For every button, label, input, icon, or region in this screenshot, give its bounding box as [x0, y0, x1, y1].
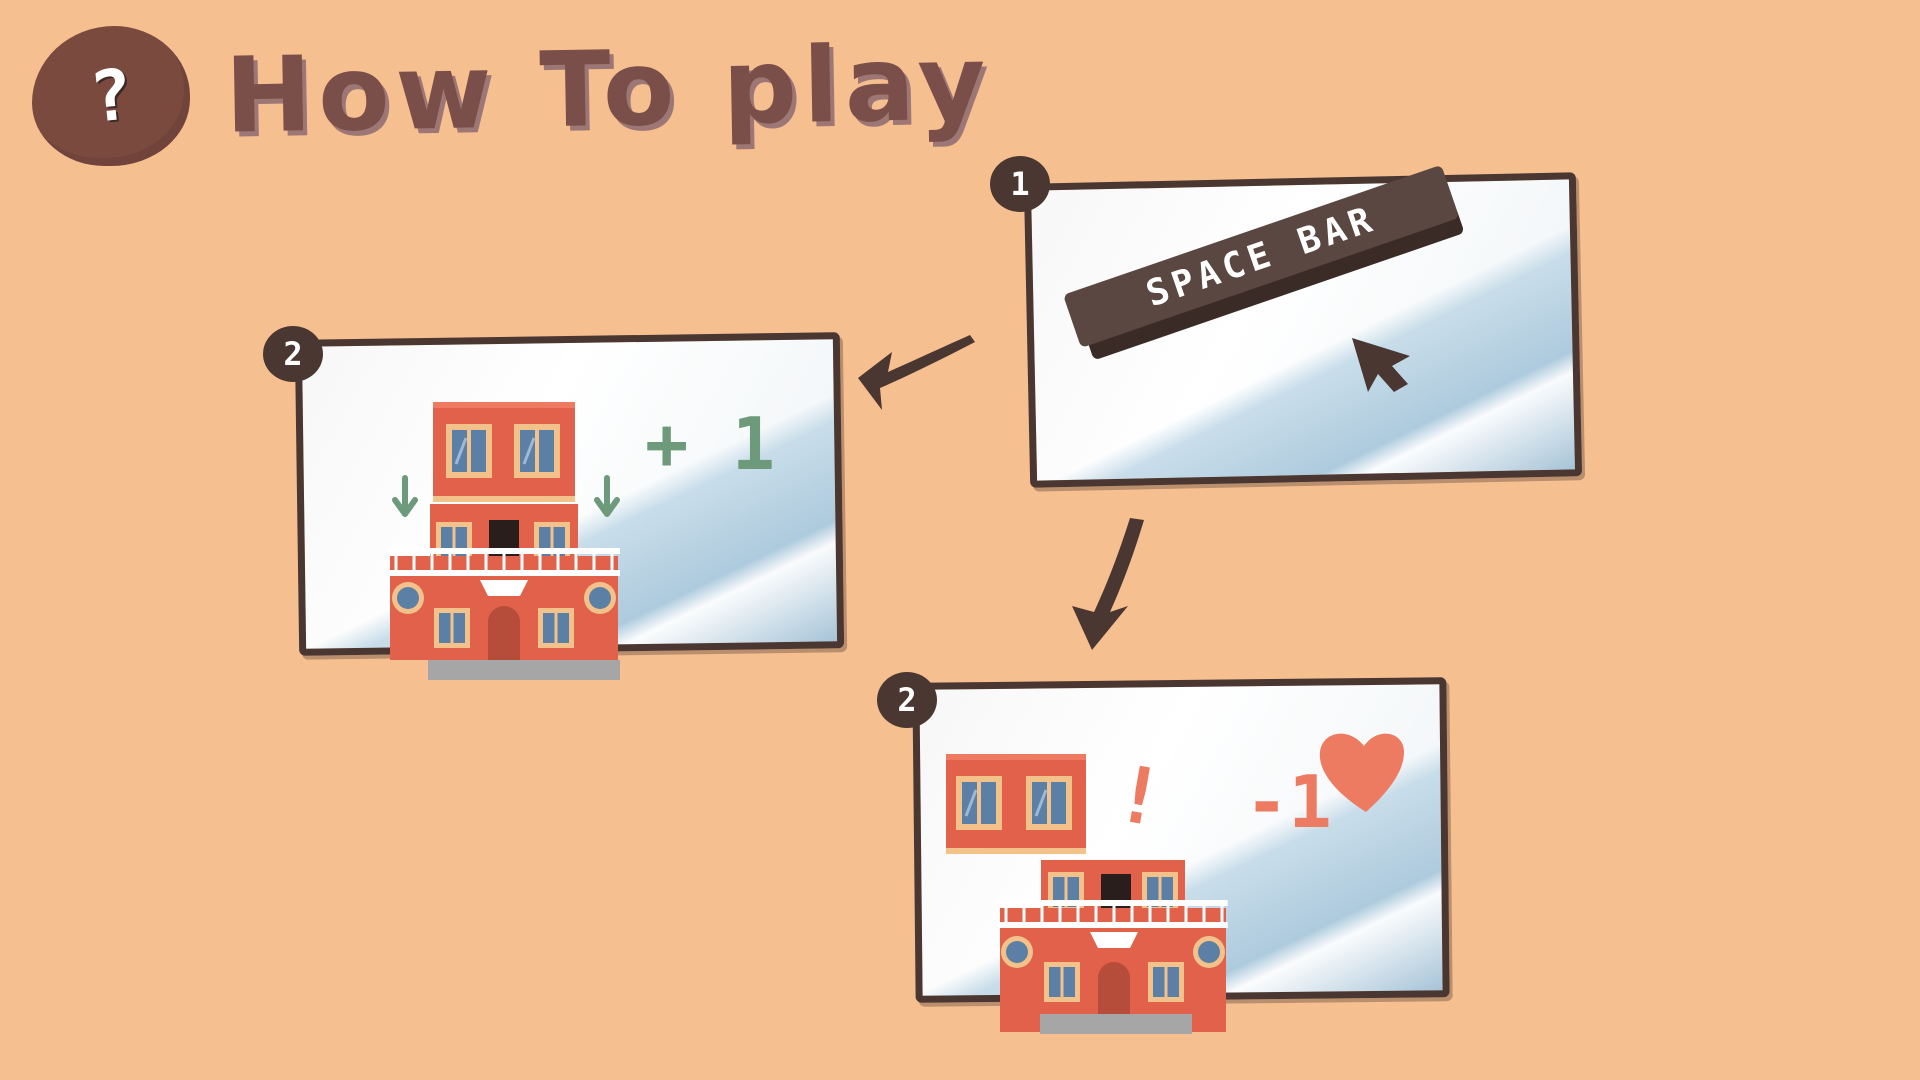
- cursor-arrow-icon: [1352, 338, 1410, 392]
- curved-arrow-icon-down: [1072, 518, 1144, 650]
- stacked-building-success: [388, 402, 620, 680]
- illustration-layer: [388, 335, 1410, 1034]
- floating-floor-fail: [946, 754, 1086, 854]
- curved-arrow-icon: [858, 335, 975, 410]
- heart-icon: [1319, 733, 1404, 812]
- stacked-building-fail: [998, 860, 1228, 1034]
